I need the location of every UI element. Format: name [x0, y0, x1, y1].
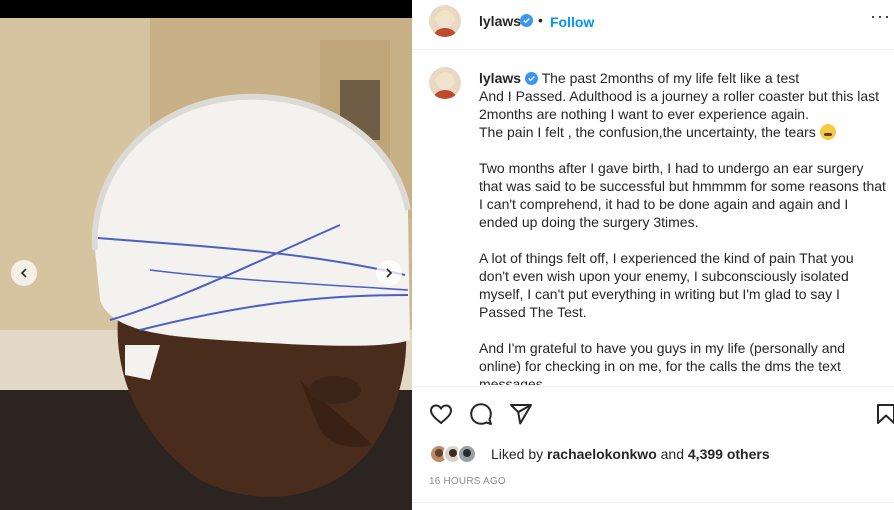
previous-image-button[interactable] — [11, 260, 37, 286]
media-top-strip — [0, 0, 412, 18]
caption-text: lylaws The past 2months of my life felt … — [479, 69, 887, 385]
crying-emoji-icon — [819, 124, 836, 140]
caption-area[interactable]: lylaws The past 2months of my life felt … — [412, 51, 894, 385]
comment-icon — [470, 403, 492, 425]
bookmark-icon — [877, 404, 894, 424]
likes-row: Liked by rachaelokonkwo and 4,399 others — [429, 443, 770, 465]
post-timestamp[interactable]: 16 HOURS AGO — [429, 476, 506, 487]
chevron-left-icon — [20, 268, 27, 278]
caption-paragraph: Two months after I gave birth, I had to … — [479, 160, 886, 230]
share-button[interactable] — [509, 402, 533, 426]
likes-conjunction: and — [660, 446, 684, 462]
likes-prefix: Liked by — [491, 446, 544, 462]
caption-line: The pain I felt , the confusion,the unce… — [479, 124, 816, 140]
caption-username[interactable]: lylaws — [479, 70, 521, 86]
liker-username[interactable]: rachaelokonkwo — [547, 446, 657, 462]
paper-plane-icon — [510, 404, 532, 425]
chevron-right-icon — [386, 268, 393, 278]
liker-avatars[interactable] — [429, 444, 483, 464]
avatar — [457, 444, 477, 464]
follow-button[interactable]: Follow — [550, 14, 594, 30]
header-username[interactable]: lylaws — [479, 13, 521, 29]
post-header: lylaws • Follow ··· — [412, 0, 894, 50]
verified-badge-icon — [520, 14, 533, 27]
caption-paragraph: And I'm grateful to have you guys in my … — [479, 340, 846, 385]
caption-line: And I Passed. Adulthood is a journey a r… — [479, 88, 880, 122]
post-side-panel: lylaws • Follow ··· lylaws The past 2mon… — [412, 0, 894, 510]
heart-icon — [429, 404, 453, 425]
divider — [412, 386, 894, 387]
caption-avatar[interactable] — [429, 67, 461, 99]
action-bar — [412, 394, 894, 434]
likes-count[interactable]: 4,399 others — [688, 446, 770, 462]
next-image-button[interactable] — [376, 260, 402, 286]
header-separator: • — [538, 12, 543, 28]
divider — [412, 502, 894, 503]
save-button[interactable] — [874, 402, 894, 426]
post-media[interactable] — [0, 0, 412, 510]
comment-button[interactable] — [469, 402, 493, 426]
like-button[interactable] — [429, 402, 453, 426]
avatar[interactable] — [429, 5, 461, 37]
caption-paragraph: A lot of things felt off, I experienced … — [479, 250, 854, 320]
verified-badge-icon — [524, 72, 538, 85]
more-options-button[interactable]: ··· — [870, 6, 891, 27]
caption-line: The past 2months of my life felt like a … — [541, 70, 800, 86]
post-photo — [0, 0, 412, 510]
